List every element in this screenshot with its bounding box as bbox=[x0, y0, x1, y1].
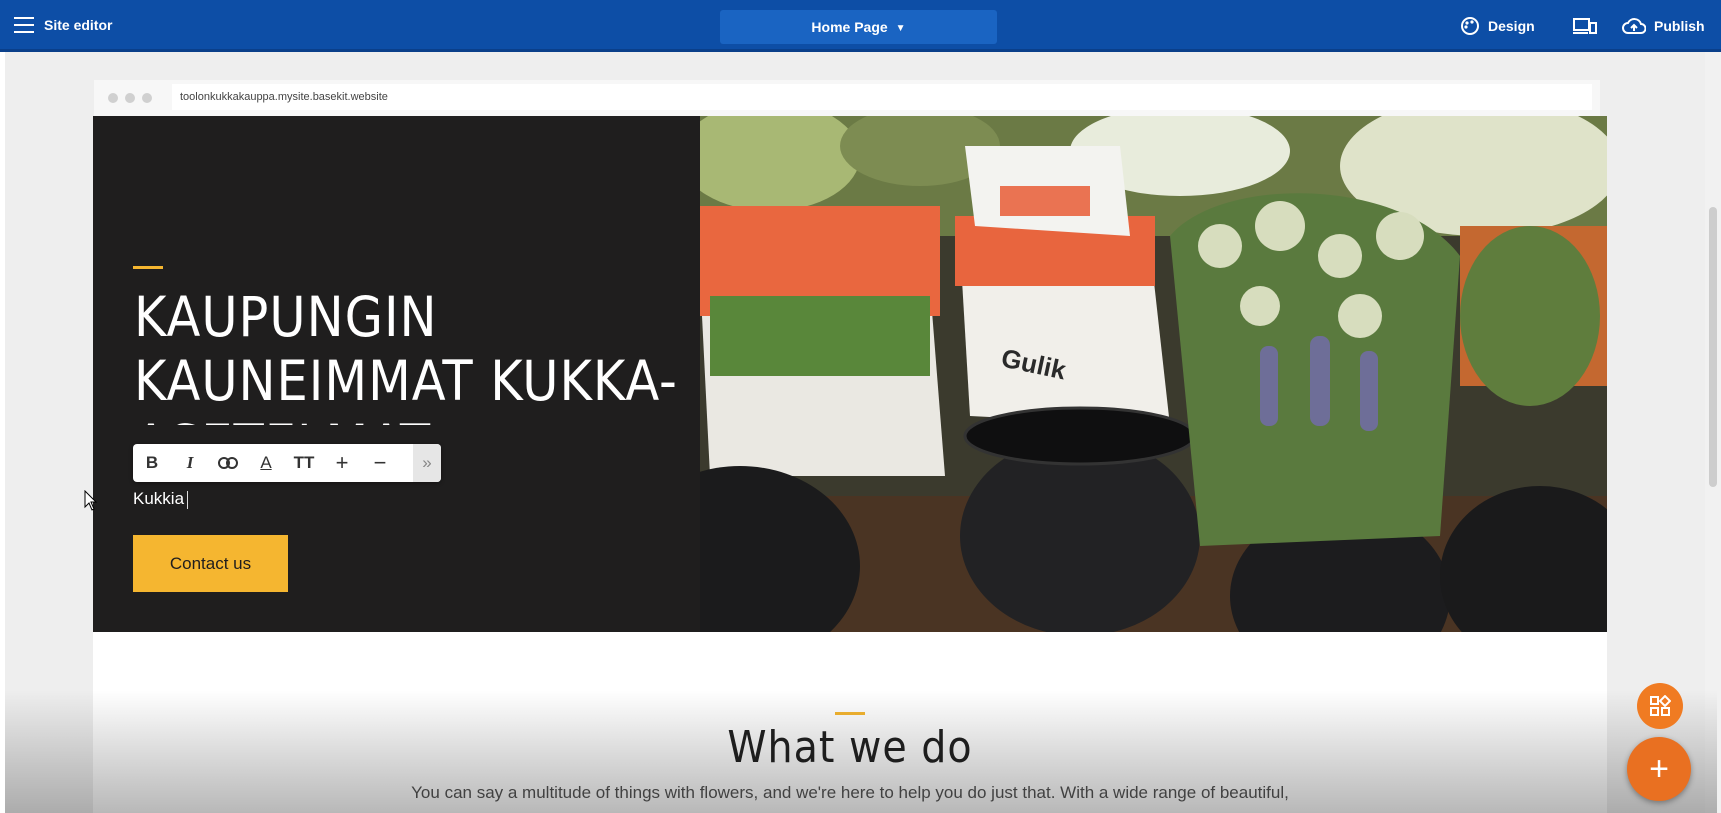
contact-us-button[interactable]: Contact us bbox=[133, 535, 288, 592]
preview-browser-bar: toolonkukkakauppa.mysite.basekit.website bbox=[94, 80, 1600, 117]
add-section-button[interactable] bbox=[1637, 683, 1683, 729]
widgets-icon bbox=[1650, 695, 1671, 716]
text-color-button[interactable]: A bbox=[247, 444, 285, 482]
palette-icon bbox=[1461, 17, 1479, 35]
link-icon bbox=[218, 457, 238, 469]
add-element-button[interactable]: + bbox=[1627, 737, 1691, 801]
site-url: toolonkukkakauppa.mysite.basekit.website bbox=[172, 84, 1592, 110]
design-label: Design bbox=[1488, 18, 1535, 34]
hero-subtitle: Kukkia bbox=[133, 489, 185, 508]
section-accent-line bbox=[835, 712, 865, 715]
link-button[interactable] bbox=[209, 444, 247, 482]
text-format-toolbar: B I A TT + − » bbox=[133, 444, 441, 482]
scrollbar[interactable] bbox=[1705, 52, 1721, 813]
devices-icon bbox=[1573, 18, 1597, 34]
bold-button[interactable]: B bbox=[133, 444, 171, 482]
chevron-down-icon: ▼ bbox=[895, 23, 906, 34]
window-dot bbox=[142, 93, 152, 103]
plus-icon: + bbox=[1649, 749, 1669, 788]
publish-button[interactable]: Publish bbox=[1622, 0, 1705, 52]
page-selector-dropdown[interactable]: Home Page ▼ bbox=[720, 10, 997, 44]
editor-topbar: Site editor Home Page ▼ Design Publish bbox=[0, 0, 1721, 52]
hero-flower-image: Gulik bbox=[700, 116, 1607, 632]
hero-subtitle-editable[interactable]: Kukkia bbox=[133, 489, 189, 509]
device-preview-button[interactable] bbox=[1573, 0, 1597, 52]
italic-button[interactable]: I bbox=[171, 444, 209, 482]
window-dot bbox=[108, 93, 118, 103]
increase-button[interactable]: + bbox=[323, 444, 361, 482]
window-dots bbox=[108, 93, 152, 103]
section-heading[interactable]: What we do bbox=[0, 722, 1700, 773]
scrollbar-thumb[interactable] bbox=[1709, 207, 1717, 487]
section-body-text[interactable]: You can say a multitude of things with f… bbox=[0, 783, 1700, 803]
cloud-upload-icon bbox=[1622, 18, 1646, 34]
more-options-button[interactable]: » bbox=[413, 444, 441, 482]
text-caret bbox=[187, 490, 189, 509]
hero-title[interactable]: KAUPUNGIN KAUNEIMMAT KUKKA-ASETELMAT bbox=[134, 285, 694, 425]
app-title: Site editor bbox=[44, 17, 113, 33]
hero-accent-line bbox=[133, 266, 163, 269]
hamburger-menu-icon[interactable] bbox=[14, 17, 34, 33]
mouse-pointer-icon bbox=[84, 490, 98, 511]
publish-label: Publish bbox=[1654, 18, 1705, 34]
design-button[interactable]: Design bbox=[1460, 0, 1535, 52]
page-selector-label: Home Page bbox=[811, 19, 888, 35]
text-size-button[interactable]: TT bbox=[285, 444, 323, 482]
window-dot bbox=[125, 93, 135, 103]
decrease-button[interactable]: − bbox=[361, 444, 399, 482]
